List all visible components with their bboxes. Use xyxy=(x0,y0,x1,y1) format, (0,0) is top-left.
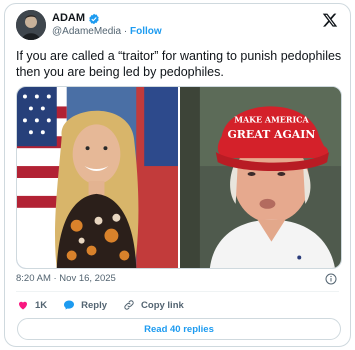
read-replies-button[interactable]: Read 40 replies xyxy=(17,318,341,340)
author-name[interactable]: ADAM xyxy=(52,12,85,24)
author-name-row: ADAM xyxy=(52,12,100,25)
media-grid[interactable]: MAKE AMERICA GREAT AGAIN xyxy=(16,86,342,269)
reply-button[interactable]: Reply xyxy=(63,299,107,311)
copy-link-label: Copy link xyxy=(141,299,184,311)
info-icon[interactable] xyxy=(325,272,337,285)
divider xyxy=(16,291,339,292)
photo-right[interactable]: MAKE AMERICA GREAT AGAIN xyxy=(180,87,341,268)
post-text: If you are called a “traitor” for wantin… xyxy=(16,49,342,79)
copy-link-button[interactable]: Copy link xyxy=(123,299,184,311)
author-handle[interactable]: @AdameMedia xyxy=(52,26,121,37)
like-button[interactable]: 1K xyxy=(17,299,47,311)
x-logo-icon[interactable] xyxy=(322,12,338,28)
link-icon xyxy=(124,300,134,310)
like-count: 1K xyxy=(35,299,48,311)
author-handle-row: @AdameMedia · Follow xyxy=(52,26,162,37)
verified-badge-icon xyxy=(88,12,100,25)
reply-bubble-icon xyxy=(64,300,75,310)
hat-text-line2: GREAT AGAIN xyxy=(227,128,315,141)
tweet-card: ADAM @AdameMedia · Follow If you are cal… xyxy=(4,3,351,347)
separator-dot: · xyxy=(123,26,128,37)
avatar[interactable] xyxy=(16,10,46,40)
hat-text-line1: MAKE AMERICA xyxy=(234,115,309,124)
reply-label: Reply xyxy=(81,299,108,311)
heart-icon xyxy=(19,301,27,310)
follow-button[interactable]: Follow xyxy=(130,26,162,37)
timestamp[interactable]: 8:20 AM · Nov 16, 2025 xyxy=(16,273,116,284)
action-bar: 1K Reply Copy link xyxy=(17,299,184,311)
photo-left[interactable] xyxy=(17,87,178,268)
